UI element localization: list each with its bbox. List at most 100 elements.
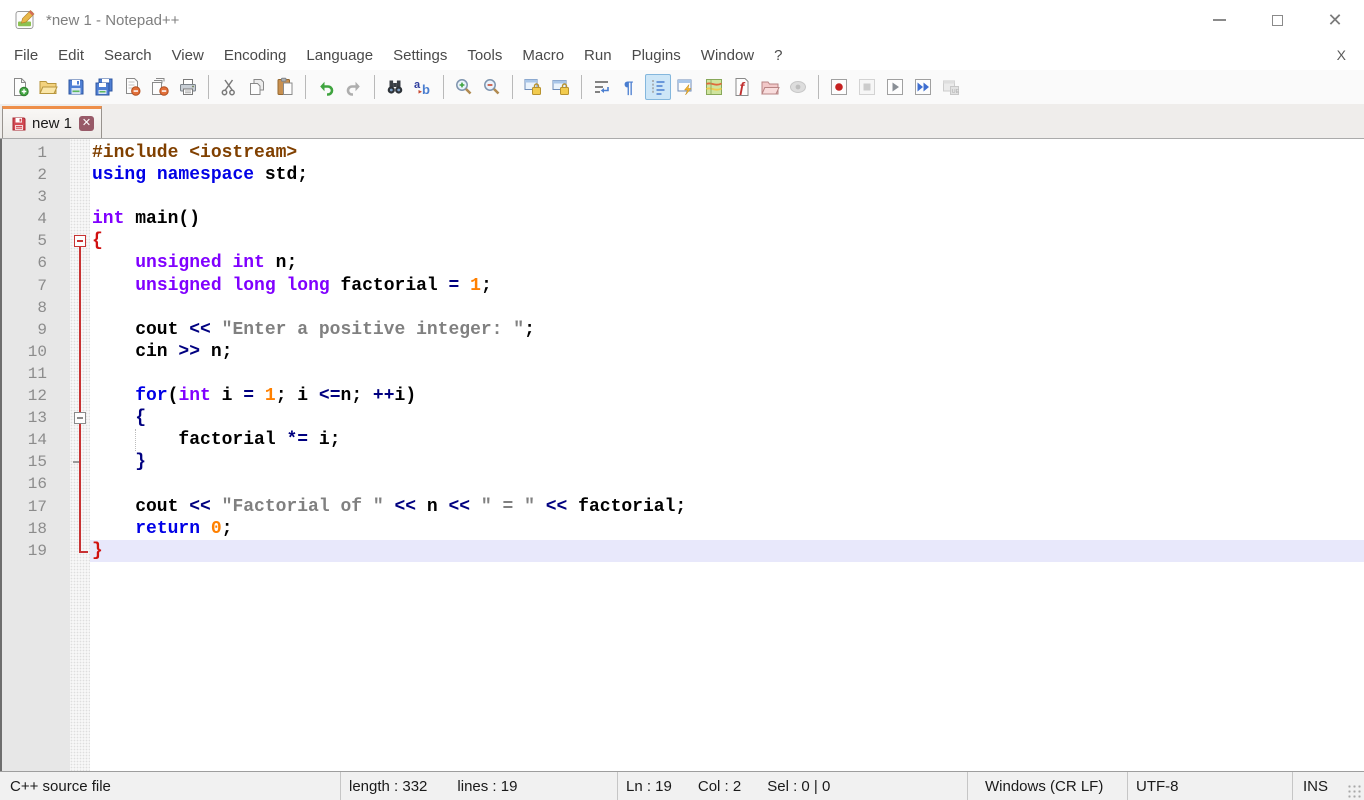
macro-run-multiple-icon[interactable] xyxy=(910,74,936,100)
paste-icon[interactable] xyxy=(272,74,298,100)
copy-icon[interactable] xyxy=(244,74,270,100)
menu-item-settings[interactable]: Settings xyxy=(383,44,457,67)
fold-margin-cell xyxy=(70,275,90,297)
menu-item-macro[interactable]: Macro xyxy=(512,44,574,67)
print-icon[interactable] xyxy=(175,74,201,100)
fold-margin xyxy=(70,139,90,771)
resize-grip[interactable] xyxy=(1346,783,1362,799)
code-line-4[interactable]: int main() xyxy=(90,208,1364,230)
code-line-13[interactable]: { xyxy=(90,407,1364,429)
code-line-19[interactable]: } xyxy=(90,540,1364,562)
notepad-plus-plus-logo-icon xyxy=(14,9,36,31)
editor-area[interactable]: 12345678910111213141516171819 #include <… xyxy=(0,139,1364,771)
folder-as-workspace-icon[interactable] xyxy=(757,74,783,100)
replace-icon[interactable]: ab xyxy=(410,74,436,100)
svg-text:¶: ¶ xyxy=(624,78,633,97)
macro-save-icon: UE xyxy=(938,74,964,100)
code-line-16[interactable] xyxy=(90,473,1364,495)
code-line-7[interactable]: unsigned long long factorial = 1; xyxy=(90,275,1364,297)
menu-item-plugins[interactable]: Plugins xyxy=(622,44,691,67)
close-button[interactable]: ✕ xyxy=(1306,0,1364,40)
cut-icon[interactable] xyxy=(216,74,242,100)
code-area[interactable]: #include <iostream>using namespace std; i… xyxy=(90,139,1364,771)
close-all-icon[interactable] xyxy=(147,74,173,100)
redo-icon[interactable] xyxy=(341,74,367,100)
line-number: 18 xyxy=(2,518,70,540)
lines-label: lines : 19 xyxy=(457,778,517,795)
code-line-17[interactable]: cout << "Factorial of " << n << " = " <<… xyxy=(90,496,1364,518)
new-file-icon[interactable] xyxy=(7,74,33,100)
menu-item-view[interactable]: View xyxy=(162,44,214,67)
eol-format-label[interactable]: Windows (CR LF) xyxy=(985,778,1103,795)
tab-new-1[interactable]: new 1 ✕ xyxy=(2,106,102,138)
code-line-15[interactable]: } xyxy=(90,451,1364,473)
svg-text:ƒ: ƒ xyxy=(738,79,746,95)
code-line-5[interactable]: { xyxy=(90,230,1364,252)
menu-item-tools[interactable]: Tools xyxy=(457,44,512,67)
line-number: 10 xyxy=(2,341,70,363)
code-line-11[interactable] xyxy=(90,363,1364,385)
fold-margin-cell xyxy=(70,341,90,363)
code-line-3[interactable] xyxy=(90,186,1364,208)
code-line-10[interactable]: cin >> n; xyxy=(90,341,1364,363)
maximize-button[interactable] xyxy=(1248,0,1306,40)
open-file-icon[interactable] xyxy=(35,74,61,100)
fold-margin-cell xyxy=(70,186,90,208)
macro-record-icon[interactable] xyxy=(826,74,852,100)
fold-margin-cell xyxy=(70,429,90,451)
show-indent-guide-icon[interactable] xyxy=(645,74,671,100)
code-line-1[interactable]: #include <iostream> xyxy=(90,142,1364,164)
menu-item-file[interactable]: File xyxy=(4,44,48,67)
fold-collapse-icon[interactable] xyxy=(74,412,86,424)
fold-margin-cell xyxy=(70,451,90,473)
menu-item-edit[interactable]: Edit xyxy=(48,44,94,67)
line-number-margin: 12345678910111213141516171819 xyxy=(2,139,70,771)
code-line-14[interactable]: factorial *= i; xyxy=(90,429,1364,451)
menu-item-language[interactable]: Language xyxy=(296,44,383,67)
menu-item-help[interactable]: ? xyxy=(764,44,792,67)
menu-bar: FileEditSearchViewEncodingLanguageSettin… xyxy=(0,40,1364,70)
menu-item-encoding[interactable]: Encoding xyxy=(214,44,297,67)
line-number: 16 xyxy=(2,473,70,495)
sync-horizontal-scroll-icon[interactable] xyxy=(548,74,574,100)
menu-item-search[interactable]: Search xyxy=(94,44,162,67)
minimize-button[interactable] xyxy=(1190,0,1248,40)
code-line-2[interactable]: using namespace std; xyxy=(90,164,1364,186)
code-line-9[interactable]: cout << "Enter a positive integer: "; xyxy=(90,319,1364,341)
save-file-icon[interactable] xyxy=(63,74,89,100)
zoom-out-icon[interactable] xyxy=(479,74,505,100)
menu-item-run[interactable]: Run xyxy=(574,44,622,67)
undo-icon[interactable] xyxy=(313,74,339,100)
fold-collapse-icon[interactable] xyxy=(74,235,86,247)
document-map-icon[interactable] xyxy=(701,74,727,100)
doc-type-label: C++ source file xyxy=(10,778,111,795)
menu-close-button[interactable]: X xyxy=(1331,45,1352,65)
function-list-icon[interactable] xyxy=(673,74,699,100)
line-number: 1 xyxy=(2,142,70,164)
fold-margin-cell xyxy=(70,164,90,186)
macro-play-icon[interactable] xyxy=(882,74,908,100)
code-line-6[interactable]: unsigned int n; xyxy=(90,252,1364,274)
code-line-12[interactable]: for(int i = 1; i <=n; ++i) xyxy=(90,385,1364,407)
tab-bar: new 1 ✕ xyxy=(0,104,1364,139)
line-number: 6 xyxy=(2,252,70,274)
word-wrap-icon[interactable] xyxy=(589,74,615,100)
close-file-icon[interactable] xyxy=(119,74,145,100)
menu-item-window[interactable]: Window xyxy=(691,44,764,67)
document-list-icon[interactable]: ƒ xyxy=(729,74,755,100)
encoding-label[interactable]: UTF-8 xyxy=(1136,778,1179,795)
insert-mode-label[interactable]: INS xyxy=(1303,778,1328,795)
show-all-characters-icon[interactable]: ¶ xyxy=(617,74,643,100)
fold-margin-cell xyxy=(70,473,90,495)
status-bar: C++ source file length : 332 lines : 19 … xyxy=(0,771,1364,800)
find-icon[interactable] xyxy=(382,74,408,100)
code-line-18[interactable]: return 0; xyxy=(90,518,1364,540)
sync-vertical-scroll-icon[interactable] xyxy=(520,74,546,100)
line-number: 8 xyxy=(2,297,70,319)
zoom-in-icon[interactable] xyxy=(451,74,477,100)
save-all-icon[interactable] xyxy=(91,74,117,100)
code-line-8[interactable] xyxy=(90,297,1364,319)
fold-margin-cell xyxy=(70,518,90,540)
fold-margin-cell xyxy=(70,230,90,252)
tab-close-icon[interactable]: ✕ xyxy=(79,116,94,131)
